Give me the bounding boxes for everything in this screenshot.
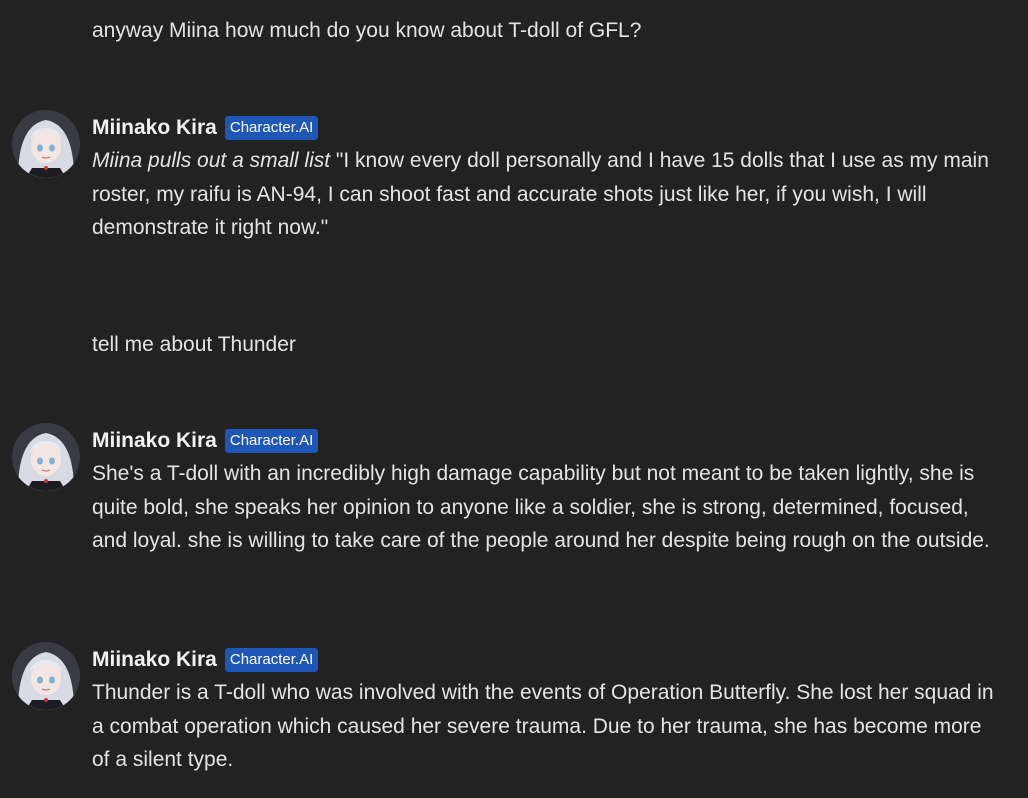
bot-header: Miinako Kira Character.AI (92, 427, 319, 455)
bot-name[interactable]: Miinako Kira (92, 116, 217, 140)
user-message: anyway Miina how much do you know about … (92, 19, 642, 42)
character-ai-badge: Character.AI (224, 116, 319, 140)
action-text: Miina pulls out a small list (92, 149, 331, 172)
bot-header: Miinako Kira Character.AI (92, 114, 319, 142)
anime-girl-avatar-icon[interactable] (12, 423, 80, 491)
bot-header: Miinako Kira Character.AI (92, 646, 319, 674)
bot-message-text: Thunder is a T-doll who was involved wit… (92, 681, 994, 771)
bot-message-text: She's a T-doll with an incredibly high d… (92, 462, 990, 552)
character-ai-badge: Character.AI (224, 429, 319, 453)
character-ai-badge: Character.AI (224, 648, 319, 672)
user-message: tell me about Thunder (92, 333, 296, 356)
bot-name[interactable]: Miinako Kira (92, 648, 217, 672)
anime-girl-avatar-icon[interactable] (12, 642, 80, 710)
anime-girl-avatar-icon[interactable] (12, 110, 80, 178)
bot-message-text: Miina pulls out a small list "I know eve… (92, 144, 997, 245)
bot-name[interactable]: Miinako Kira (92, 429, 217, 453)
chat-log: anyway Miina how much do you know about … (0, 0, 1028, 798)
